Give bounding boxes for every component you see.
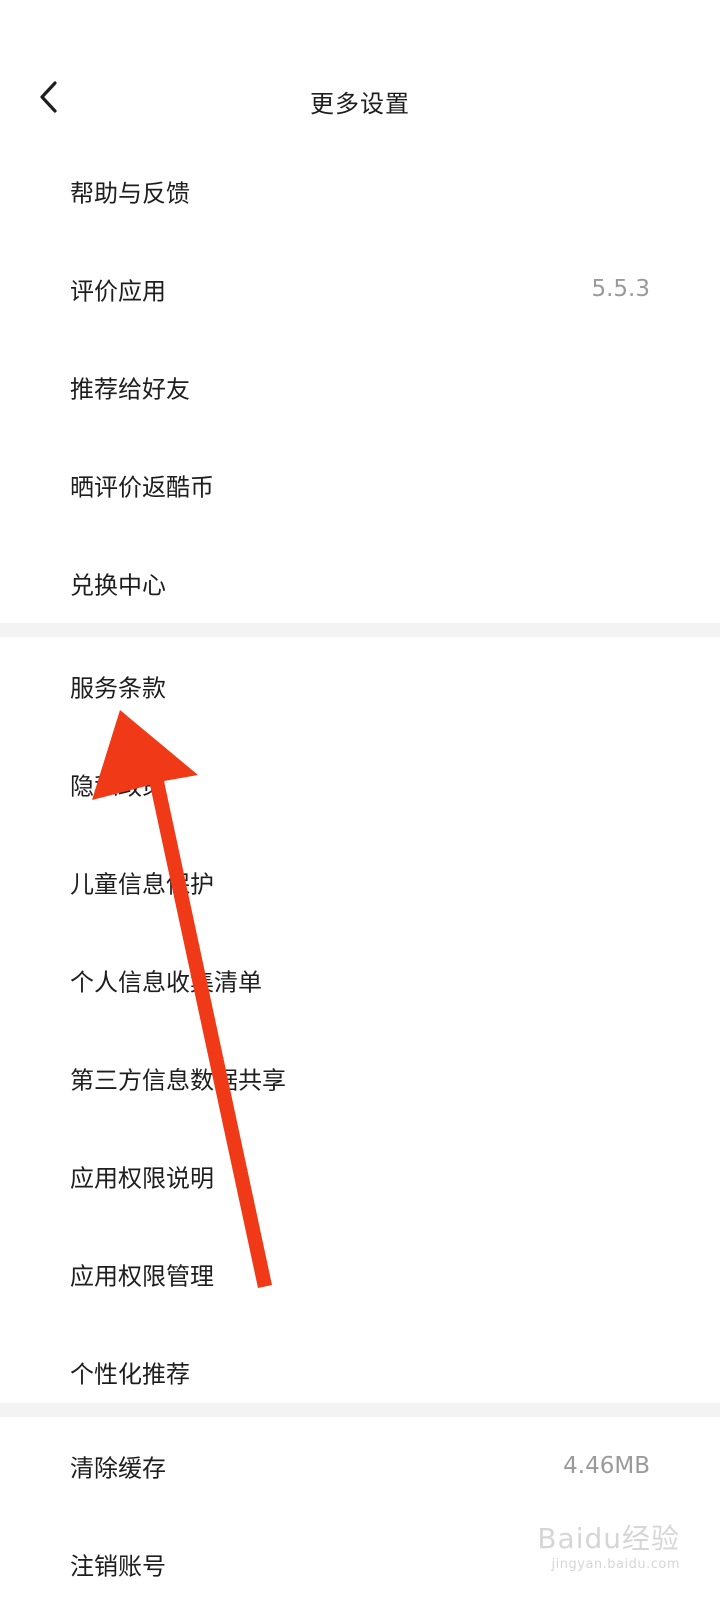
settings-item-permission-manage[interactable]: 应用权限管理 [0, 1225, 720, 1323]
settings-item-third-party-sharing[interactable]: 第三方信息数据共享 [0, 1029, 720, 1127]
top-bar: 更多设置 [0, 56, 720, 148]
settings-item-terms-of-service[interactable]: 服务条款 [0, 637, 720, 735]
settings-item-label: 兑换中心 [70, 571, 166, 600]
settings-section-account: 清除缓存 4.46MB 注销账号 [0, 1417, 720, 1613]
settings-item-label: 个性化推荐 [70, 1360, 190, 1389]
settings-item-label: 晒评价返酷币 [70, 473, 214, 502]
settings-item-clear-cache[interactable]: 清除缓存 4.46MB [0, 1417, 720, 1515]
watermark-sub: jingyan.baidu.com [551, 1557, 680, 1572]
settings-item-label: 帮助与反馈 [70, 179, 190, 208]
settings-item-recommend-friend[interactable]: 推荐给好友 [0, 338, 720, 436]
settings-section-legal: 服务条款 隐私政策 儿童信息保护 个人信息收集清单 第三方信息数据共享 应用权限… [0, 637, 720, 1421]
settings-item-personal-info-list[interactable]: 个人信息收集清单 [0, 931, 720, 1029]
settings-item-review-coins[interactable]: 晒评价返酷币 [0, 436, 720, 534]
settings-item-label: 第三方信息数据共享 [70, 1066, 286, 1095]
settings-item-label: 注销账号 [70, 1552, 166, 1581]
baidu-watermark: Baidu经验 jingyan.baidu.com [537, 1517, 680, 1572]
settings-item-help-feedback[interactable]: 帮助与反馈 [0, 142, 720, 240]
section-divider [0, 1403, 720, 1417]
watermark-text: Baidu经验 [537, 1522, 680, 1555]
settings-item-label: 服务条款 [70, 674, 166, 703]
settings-item-label: 隐私政策 [70, 772, 166, 801]
settings-item-label: 个人信息收集清单 [70, 968, 262, 997]
settings-section-general: 帮助与反馈 评价应用 5.5.3 推荐给好友 晒评价返酷币 兑换中心 [0, 142, 720, 632]
settings-item-rate-app[interactable]: 评价应用 5.5.3 [0, 240, 720, 338]
settings-item-label: 应用权限管理 [70, 1262, 214, 1291]
settings-item-label: 推荐给好友 [70, 375, 190, 404]
settings-item-child-protection[interactable]: 儿童信息保护 [0, 833, 720, 931]
cache-size-value: 4.46MB [563, 1453, 650, 1479]
settings-item-permission-info[interactable]: 应用权限说明 [0, 1127, 720, 1225]
page-title: 更多设置 [310, 90, 410, 118]
settings-item-label: 清除缓存 [70, 1454, 166, 1483]
section-divider [0, 623, 720, 637]
settings-item-redeem-center[interactable]: 兑换中心 [0, 534, 720, 632]
settings-item-label: 评价应用 [70, 277, 166, 306]
app-version-value: 5.5.3 [591, 276, 650, 302]
settings-item-label: 儿童信息保护 [70, 870, 214, 899]
settings-item-label: 应用权限说明 [70, 1164, 214, 1193]
settings-item-privacy-policy[interactable]: 隐私政策 [0, 735, 720, 833]
